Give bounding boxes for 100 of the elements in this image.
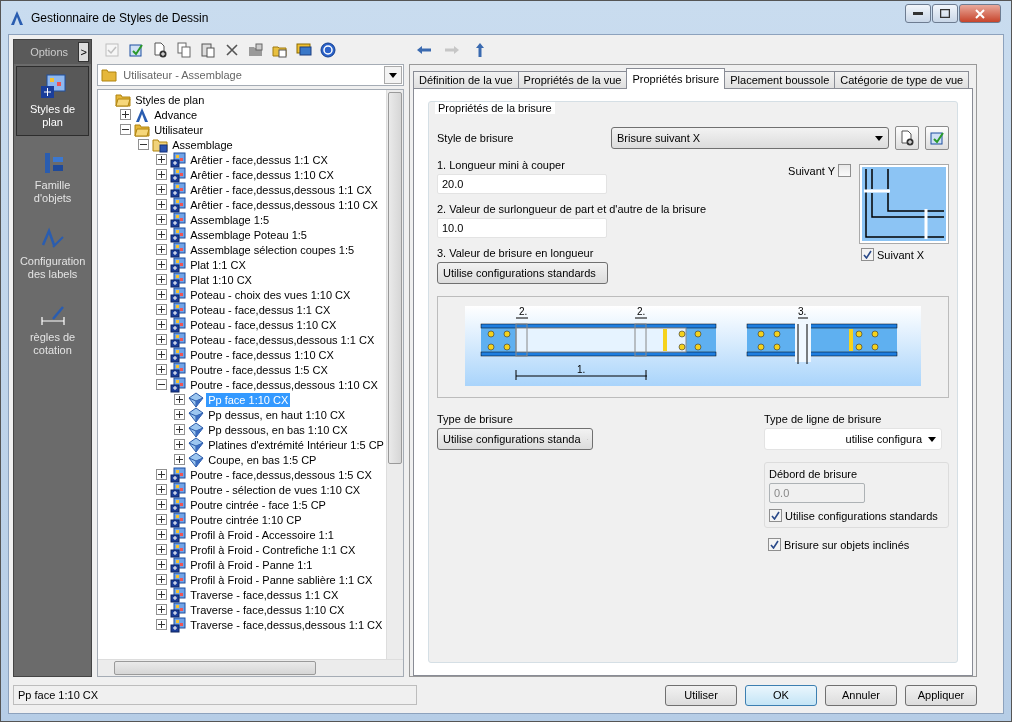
vertical-scrollbar[interactable] (386, 90, 403, 659)
expander-toggle[interactable] (156, 364, 168, 375)
tree-item[interactable]: Profil à Froid - Panne sablière 1:1 CX (188, 572, 375, 587)
expander-toggle[interactable] (156, 304, 168, 315)
tree-item[interactable]: Profil à Froid - Accessoire 1:1 (188, 527, 336, 542)
tree-item[interactable]: Arêtier - face,dessus,dessous 1:1 CX (188, 182, 374, 197)
tree-item[interactable]: Arêtier - face,dessus 1:1 CX (188, 152, 330, 167)
expander-toggle[interactable] (156, 589, 168, 600)
tree-item[interactable]: Styles de plan (133, 92, 207, 107)
expander-toggle[interactable] (156, 349, 168, 360)
expander-toggle[interactable] (156, 544, 168, 555)
tree-item[interactable]: Arêtier - face,dessus,dessous 1:10 CX (188, 197, 380, 212)
break-type-dropdown[interactable]: Utilise configurations standa (437, 428, 593, 450)
tree-item[interactable]: Poutre - sélection de vues 1:10 CX (188, 482, 363, 497)
tree-item[interactable]: Pp dessous, en bas 1:10 CX (206, 422, 350, 437)
expander-toggle[interactable] (174, 394, 186, 405)
expander-toggle[interactable] (156, 154, 168, 165)
sidebar-item[interactable]: règles de cotation (16, 294, 90, 364)
dialog-button[interactable]: Utiliser (665, 684, 737, 706)
tree-item[interactable]: Poteau - choix des vues 1:10 CX (188, 287, 353, 302)
tree-item[interactable]: Traverse - face,dessus,dessous 1:1 CX (188, 617, 385, 632)
tree-item[interactable]: Poteau - face,dessus,dessous 1:1 CX (188, 332, 377, 347)
expander-toggle[interactable] (156, 379, 168, 390)
close-button[interactable] (959, 4, 1001, 23)
sidebar-item[interactable]: Famille d'objets (16, 142, 90, 212)
expander-toggle[interactable] (156, 619, 168, 630)
tree-item[interactable]: Poutre - face,dessus,dessous 1:10 CX (188, 377, 380, 392)
expander-toggle[interactable] (174, 454, 186, 465)
toolbar-button[interactable] (295, 41, 314, 59)
dialog-button[interactable]: OK (745, 684, 817, 706)
tree-item[interactable]: Traverse - face,dessus 1:1 CX (188, 587, 341, 602)
toolbar-button[interactable] (319, 41, 338, 59)
expander-toggle[interactable] (156, 604, 168, 615)
expander-toggle[interactable] (174, 409, 186, 420)
tree-item[interactable]: Traverse - face,dessus 1:10 CX (188, 602, 347, 617)
tree-item[interactable]: Platines d'extrémité Intérieur 1:5 CP (206, 437, 386, 452)
expander-toggle[interactable] (138, 139, 150, 150)
expander-toggle[interactable] (120, 109, 132, 120)
tree-item[interactable]: Advance (152, 107, 199, 122)
dialog-button[interactable]: Annuler (825, 684, 897, 706)
expander-toggle[interactable] (156, 229, 168, 240)
expander-toggle[interactable] (156, 289, 168, 300)
tree-item[interactable]: Poutre cintrée - face 1:5 CP (188, 497, 328, 512)
tree-item[interactable]: Pp dessus, en haut 1:10 CX (206, 407, 348, 422)
expander-toggle[interactable] (156, 529, 168, 540)
tree-item[interactable]: Profil à Froid - Contrefiche 1:1 CX (188, 542, 358, 557)
expander-toggle[interactable] (156, 514, 168, 525)
maximize-button[interactable] (932, 4, 958, 23)
tree-item[interactable]: Assemblage (170, 137, 235, 152)
expander-toggle[interactable] (156, 274, 168, 285)
expander-toggle[interactable] (156, 334, 168, 345)
tree-item[interactable]: Poutre - face,dessus,dessous 1:5 CX (188, 467, 374, 482)
tab[interactable]: Propriétés de la vue (517, 71, 628, 89)
expander-toggle[interactable] (156, 499, 168, 510)
edit-style-button[interactable] (925, 126, 949, 150)
expander-toggle[interactable] (174, 439, 186, 450)
tree-item[interactable]: Poutre - face,dessus 1:5 CX (188, 362, 330, 377)
tree-item[interactable]: Plat 1:1 CX (188, 257, 248, 272)
folder-dropdown[interactable]: Utilisateur - Assemblage (97, 64, 404, 86)
sidebar-item[interactable]: Configuration des labels (16, 218, 90, 288)
expander-toggle[interactable] (156, 244, 168, 255)
expander-toggle[interactable] (156, 574, 168, 585)
sidebar-item[interactable]: Styles de plan (16, 66, 90, 136)
expander-toggle[interactable] (120, 124, 132, 135)
expander-toggle[interactable] (156, 214, 168, 225)
expander-toggle[interactable] (156, 484, 168, 495)
tab[interactable]: Catégorie de type de vue (834, 71, 970, 89)
checkbox[interactable] (861, 248, 874, 261)
input-field[interactable]: 20.0 (437, 174, 607, 194)
tree-item[interactable]: Plat 1:10 CX (188, 272, 254, 287)
tree-item[interactable]: Poutre cintrée 1:10 CP (188, 512, 304, 527)
checkbox[interactable] (768, 538, 781, 551)
checkbox[interactable] (838, 164, 851, 177)
expander-toggle[interactable] (156, 469, 168, 480)
expander-toggle[interactable] (156, 259, 168, 270)
tree-item[interactable]: Profil à Froid - Panne 1:1 (188, 557, 315, 572)
tree-item[interactable]: Assemblage sélection coupes 1:5 (188, 242, 357, 257)
checkbox[interactable] (769, 509, 782, 522)
tree-item[interactable]: Poteau - face,dessus 1:10 CX (188, 317, 339, 332)
tree-item[interactable]: Poutre - face,dessus 1:10 CX (188, 347, 336, 362)
expander-toggle[interactable] (156, 169, 168, 180)
expander-toggle[interactable] (156, 319, 168, 330)
expander-toggle[interactable] (174, 424, 186, 435)
break-length-dropdown[interactable]: Utilise configurations standards (437, 262, 608, 284)
horizontal-scrollbar[interactable] (98, 659, 403, 676)
tree-item[interactable]: Assemblage 1:5 (188, 212, 272, 227)
expander-toggle[interactable] (156, 184, 168, 195)
expand-button[interactable]: > (78, 42, 90, 62)
tree-item[interactable]: Coupe, en bas 1:5 CP (206, 452, 319, 467)
input-field[interactable]: 10.0 (437, 218, 607, 238)
tree-item[interactable]: Arêtier - face,dessus 1:10 CX (188, 167, 336, 182)
dialog-button[interactable]: Appliquer (905, 684, 977, 706)
tree-item[interactable]: Utilisateur (152, 122, 206, 137)
tree-item[interactable]: Poteau - face,dessus 1:1 CX (188, 302, 333, 317)
tree-item[interactable]: Assemblage Poteau 1:5 (188, 227, 309, 242)
tab[interactable]: Définition de la vue (413, 71, 519, 89)
expander-toggle[interactable] (156, 199, 168, 210)
break-style-dropdown[interactable]: Brisure suivant X (611, 127, 889, 149)
minimize-button[interactable] (905, 4, 931, 23)
expander-toggle[interactable] (156, 559, 168, 570)
